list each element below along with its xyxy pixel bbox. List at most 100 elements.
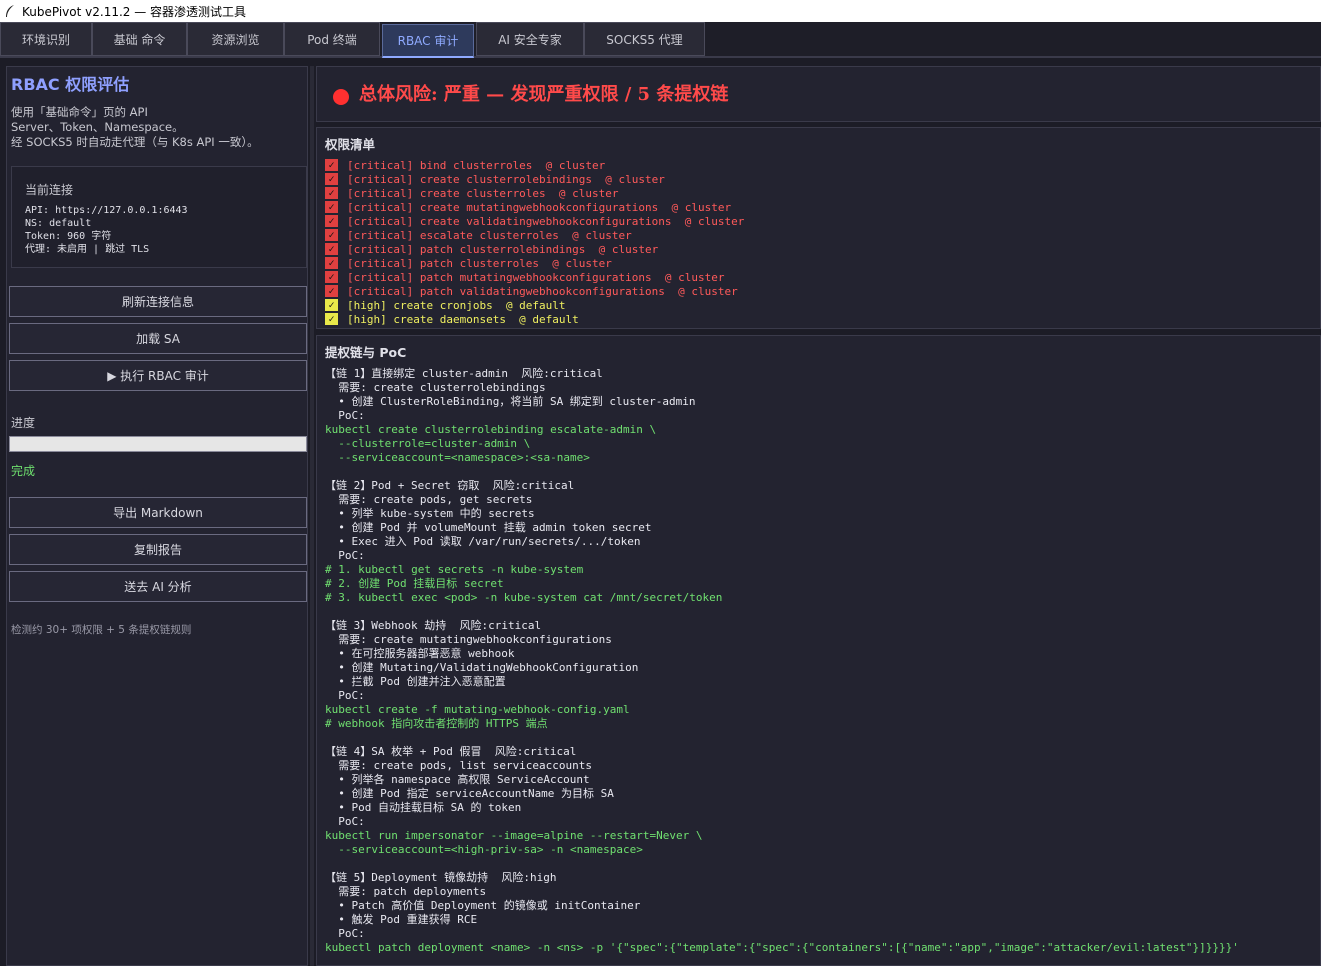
permissions-list[interactable]: ✓ [critical] bind clusterroles @ cluster ✓… xyxy=(325,158,1315,326)
desc-line-2: Server、Token、Namespace。 xyxy=(11,120,184,134)
permission-row[interactable]: ✓ [critical] create clusterroles @ cluste… xyxy=(325,186,1315,200)
chain-line: 【链 1】直接绑定 cluster-admin 风险:critical xyxy=(325,367,603,380)
progress-bar xyxy=(9,436,307,452)
conn-proxy: 代理: 未启用 | 跳过 TLS xyxy=(25,244,150,255)
tab-env[interactable]: 环境识别 xyxy=(0,22,92,56)
checkmark-icon[interactable]: ✓ xyxy=(325,229,338,241)
checkmark-icon[interactable]: ✓ xyxy=(325,187,338,199)
chain-line: 【链 2】Pod + Secret 窃取 风险:critical xyxy=(325,479,575,492)
tab-bar: 环境识别 基础 命令 资源浏览 Pod 终端 RBAC 审计 AI 安全专家 S… xyxy=(0,22,1321,58)
permission-row[interactable]: ✓ [high] create daemonsets @ default xyxy=(325,312,1315,326)
tab-resource-browser[interactable]: 资源浏览 xyxy=(187,22,284,56)
send-ai-analysis-button[interactable]: 送去 AI 分析 xyxy=(9,571,307,602)
permission-row[interactable]: ✓ [critical] patch clusterrolebindings @ … xyxy=(325,242,1315,256)
chain-line: PoC: xyxy=(325,927,365,940)
chain-line: 需要: create mutatingwebhookconfigurations xyxy=(325,633,612,646)
chain-line: • 在可控服务器部署恶意 webhook xyxy=(325,647,515,660)
chain-line: • 列举 kube-system 中的 secrets xyxy=(325,507,535,520)
permission-row[interactable]: ✓ [critical] patch clusterroles @ cluster xyxy=(325,256,1315,270)
chains-title: 提权链与 PoC xyxy=(325,345,407,360)
permission-row[interactable]: ✓ [high] create cronjobs @ default xyxy=(325,298,1315,312)
run-rbac-audit-button[interactable]: ▶ 执行 RBAC 审计 xyxy=(9,360,307,391)
risk-summary: 总体风险: 严重 — 发现严重权限 / 5 条提权链 xyxy=(359,84,729,105)
tab-rbac-audit[interactable]: RBAC 审计 xyxy=(382,24,474,58)
risk-indicator-icon xyxy=(333,89,349,105)
permission-text: [critical] create clusterroles @ cluster xyxy=(347,186,619,200)
chain-line: • 触发 Pod 重建获得 RCE xyxy=(325,913,478,926)
connection-title: 当前连接 xyxy=(25,183,74,197)
tab-pod-terminal[interactable]: Pod 终端 xyxy=(284,22,380,56)
permission-row[interactable]: ✓ [critical] patch mutatingwebhookconfigu… xyxy=(325,270,1315,284)
permission-text: [critical] escalate clusterroles @ clust… xyxy=(347,228,632,242)
checkmark-icon[interactable]: ✓ xyxy=(325,271,338,283)
status-text: 完成 xyxy=(11,464,36,478)
connection-panel: 当前连接 API: https://127.0.0.1:6443 NS: def… xyxy=(11,166,307,268)
chain-line: 【链 3】Webhook 劫持 风险:critical xyxy=(325,619,542,632)
checkmark-icon[interactable]: ✓ xyxy=(325,243,338,255)
sidebar-title: RBAC 权限评估 xyxy=(11,75,130,94)
chain-line: • 创建 Mutating/ValidatingWebhookConfigura… xyxy=(325,661,639,674)
chain-line: PoC: xyxy=(325,815,365,828)
permission-row[interactable]: ✓ [critical] create clusterrolebindings @… xyxy=(325,172,1315,186)
splitter-handle[interactable] xyxy=(310,66,314,966)
checkmark-icon[interactable]: ✓ xyxy=(325,215,338,227)
export-markdown-button[interactable]: 导出 Markdown xyxy=(9,497,307,528)
desc-line-1: 使用「基础命令」页的 API xyxy=(11,105,148,119)
chain-line: kubectl run impersonator --image=alpine … xyxy=(325,829,703,842)
progress-label: 进度 xyxy=(11,416,36,430)
chain-line: 需要: create pods, get secrets xyxy=(325,493,533,506)
risk-banner: 总体风险: 严重 — 发现严重权限 / 5 条提权链 xyxy=(316,66,1321,122)
chain-line: # 1. kubectl get secrets -n kube-system xyxy=(325,563,584,576)
chain-line: • Exec 进入 Pod 读取 /var/run/secrets/.../to… xyxy=(325,535,641,548)
chain-line: kubectl patch deployment <name> -n <ns> … xyxy=(325,941,1239,954)
checkmark-icon[interactable]: ✓ xyxy=(325,173,338,185)
checkmark-icon[interactable]: ✓ xyxy=(325,159,338,171)
conn-token: Token: 960 字符 xyxy=(25,231,112,242)
tab-socks5-proxy[interactable]: SOCKS5 代理 xyxy=(584,22,705,56)
load-sa-button[interactable]: 加载 SA xyxy=(9,323,307,354)
chain-line: 【链 5】Deployment 镜像劫持 风险:high xyxy=(325,871,557,884)
chain-line: • 创建 ClusterRoleBinding，将当前 SA 绑定到 clust… xyxy=(325,395,696,408)
permission-row[interactable]: ✓ [critical] patch validatingwebhookconfi… xyxy=(325,284,1315,298)
chain-line: • Patch 高价值 Deployment 的镜像或 initContaine… xyxy=(325,899,641,912)
sidebar: RBAC 权限评估 使用「基础命令」页的 API Server、Token、Na… xyxy=(6,66,308,966)
desc-line-3: 经 SOCKS5 时自动走代理（与 K8s API 一致）。 xyxy=(11,135,259,149)
refresh-connection-button[interactable]: 刷新连接信息 xyxy=(9,286,307,317)
chain-line: 【链 4】SA 枚举 + Pod 假冒 风险:critical xyxy=(325,745,577,758)
chain-line: 需要: patch deployments xyxy=(325,885,487,898)
chain-line: • Pod 自动挂载目标 SA 的 token xyxy=(325,801,522,814)
tab-basic-commands[interactable]: 基础 命令 xyxy=(92,22,187,56)
permission-text: [critical] bind clusterroles @ cluster xyxy=(347,158,606,172)
chain-line: --serviceaccount=<namespace>:<sa-name> xyxy=(325,451,590,464)
permission-text: [critical] patch clusterrolebindings @ c… xyxy=(347,242,659,256)
chain-line: PoC: xyxy=(325,549,365,562)
permissions-panel: 权限清单 ✓ [critical] bind clusterroles @ clu… xyxy=(316,127,1321,329)
checkmark-icon[interactable]: ✓ xyxy=(325,201,338,213)
permission-row[interactable]: ✓ [critical] create validatingwebhookconf… xyxy=(325,214,1315,228)
permission-row[interactable]: ✓ [critical] escalate clusterroles @ clus… xyxy=(325,228,1315,242)
checkmark-icon[interactable]: ✓ xyxy=(325,285,338,297)
chain-line: • 拦截 Pod 创建并注入恶意配置 xyxy=(325,675,506,688)
window-title: KubePivot v2.11.2 — 容器渗透测试工具 xyxy=(22,4,247,19)
chain-line xyxy=(325,857,1239,871)
permission-row[interactable]: ✓ [critical] bind clusterroles @ cluster xyxy=(325,158,1315,172)
chain-line: --clusterrole=cluster-admin \ xyxy=(325,437,531,450)
copy-report-button[interactable]: 复制报告 xyxy=(9,534,307,565)
conn-api: API: https://127.0.0.1:6443 xyxy=(25,205,188,216)
window-titlebar: KubePivot v2.11.2 — 容器渗透测试工具 xyxy=(0,0,1321,22)
chains-text[interactable]: 【链 1】直接绑定 cluster-admin 风险:critical 需要: … xyxy=(325,367,1239,955)
chain-line: PoC: xyxy=(325,409,365,422)
checkmark-icon[interactable]: ✓ xyxy=(325,299,338,311)
permission-text: [critical] create mutatingwebhookconfigu… xyxy=(347,200,732,214)
feather-icon xyxy=(6,5,14,17)
permission-text: [critical] create clusterrolebindings @ … xyxy=(347,172,665,186)
chain-line: • 创建 Pod 并 volumeMount 挂载 admin token se… xyxy=(325,521,652,534)
chain-line: --serviceaccount=<high-priv-sa> -n <name… xyxy=(325,843,643,856)
sidebar-description: 使用「基础命令」页的 API Server、Token、Namespace。 经… xyxy=(11,105,259,150)
checkmark-icon[interactable]: ✓ xyxy=(325,257,338,269)
permission-text: [critical] patch clusterroles @ cluster xyxy=(347,256,612,270)
chain-line: # webhook 指向攻击者控制的 HTTPS 端点 xyxy=(325,717,548,730)
permission-row[interactable]: ✓ [critical] create mutatingwebhookconfig… xyxy=(325,200,1315,214)
tab-ai-expert[interactable]: AI 安全专家 xyxy=(476,22,584,56)
checkmark-icon[interactable]: ✓ xyxy=(325,313,338,325)
